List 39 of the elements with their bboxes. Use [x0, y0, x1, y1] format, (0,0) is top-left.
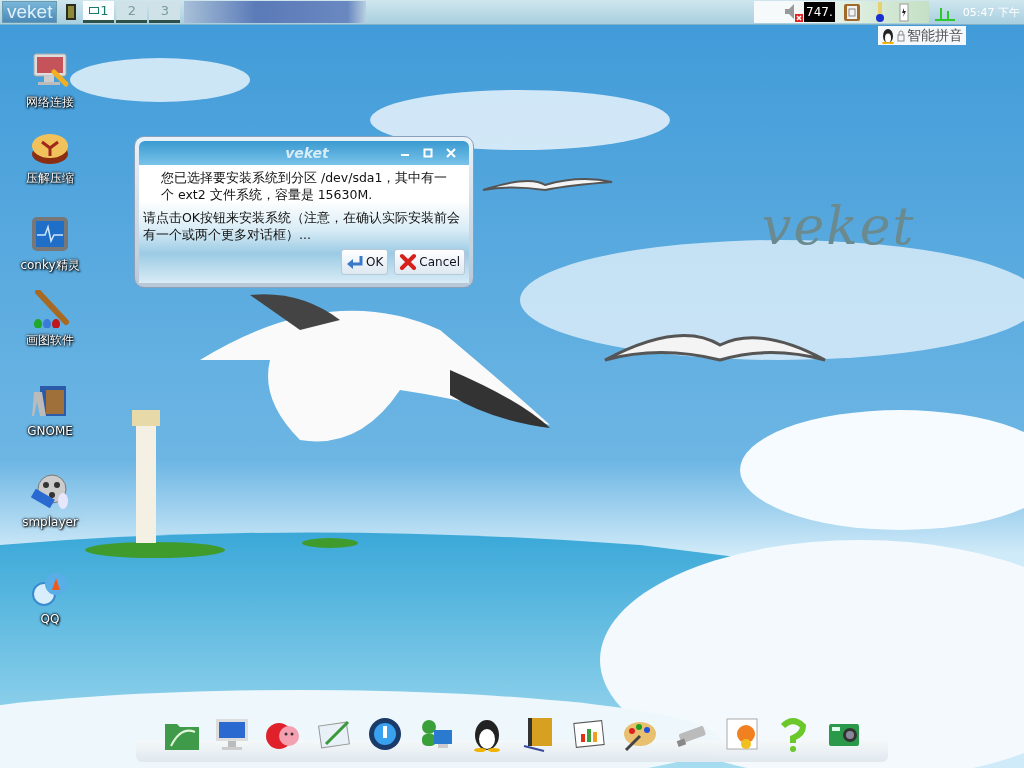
- desktop-icon-label[interactable]: GNOME: [27, 424, 73, 438]
- volume-reading: 747.: [804, 2, 835, 22]
- window-icon: [89, 6, 100, 15]
- cross-icon: [399, 253, 418, 271]
- clock: 05:47 下午: [962, 4, 1020, 20]
- cancel-button[interactable]: Cancel: [394, 249, 465, 275]
- message-text: 您已选择要安装系统到分区 /dev/sda1，其中有一个 ext2 文件系统，容量是 15630M.: [160, 169, 449, 203]
- monitor-wrench-icon[interactable]: [30, 52, 70, 90]
- door-icon[interactable]: [65, 3, 78, 21]
- island-drawing: [302, 538, 358, 548]
- thermometer-icon[interactable]: [874, 1, 885, 23]
- film-reel-icon[interactable]: [30, 473, 70, 511]
- desktop-icon-label[interactable]: 画图软件: [26, 332, 74, 349]
- clipboard-icon[interactable]: [842, 2, 861, 22]
- workspace-tab[interactable]: 3: [149, 1, 181, 23]
- penguin-icon[interactable]: [881, 27, 895, 44]
- desktop-icon-label[interactable]: conky精灵: [20, 257, 80, 274]
- cartoon-picture-icon[interactable]: [723, 716, 760, 752]
- message-text: 请点击OK按钮来安装系统（注意，在确认实际安装前会有一个或两个更多对话框）...: [143, 209, 462, 243]
- wallpaper-logo: veket: [762, 196, 916, 256]
- desktop-icon-label[interactable]: 网络连接: [26, 94, 74, 111]
- menu-button[interactable]: veket: [2, 1, 58, 23]
- desktop-icon-label[interactable]: smplayer: [22, 515, 78, 529]
- window-title: veket: [284, 145, 330, 161]
- chat-bubbles-icon[interactable]: [30, 570, 70, 608]
- workspace-tab[interactable]: 1: [83, 1, 115, 23]
- desktop-icon-label[interactable]: 压解压缩: [26, 170, 74, 187]
- input-method-name[interactable]: 智能拼音: [907, 26, 963, 45]
- return-arrow-icon: [346, 253, 364, 271]
- workspace-tab[interactable]: 2: [116, 1, 148, 23]
- maximize-icon: [423, 148, 433, 158]
- round-knob-icon[interactable]: [366, 716, 403, 752]
- monitor-icon[interactable]: [213, 716, 250, 752]
- close-icon: [446, 148, 456, 158]
- heartbeat-monitor-icon[interactable]: [30, 215, 70, 253]
- ok-button[interactable]: OK: [341, 249, 389, 275]
- muted-speaker-icon[interactable]: [782, 2, 805, 22]
- battery-icon[interactable]: [898, 2, 909, 22]
- desktop-icon-label[interactable]: QQ: [40, 612, 60, 626]
